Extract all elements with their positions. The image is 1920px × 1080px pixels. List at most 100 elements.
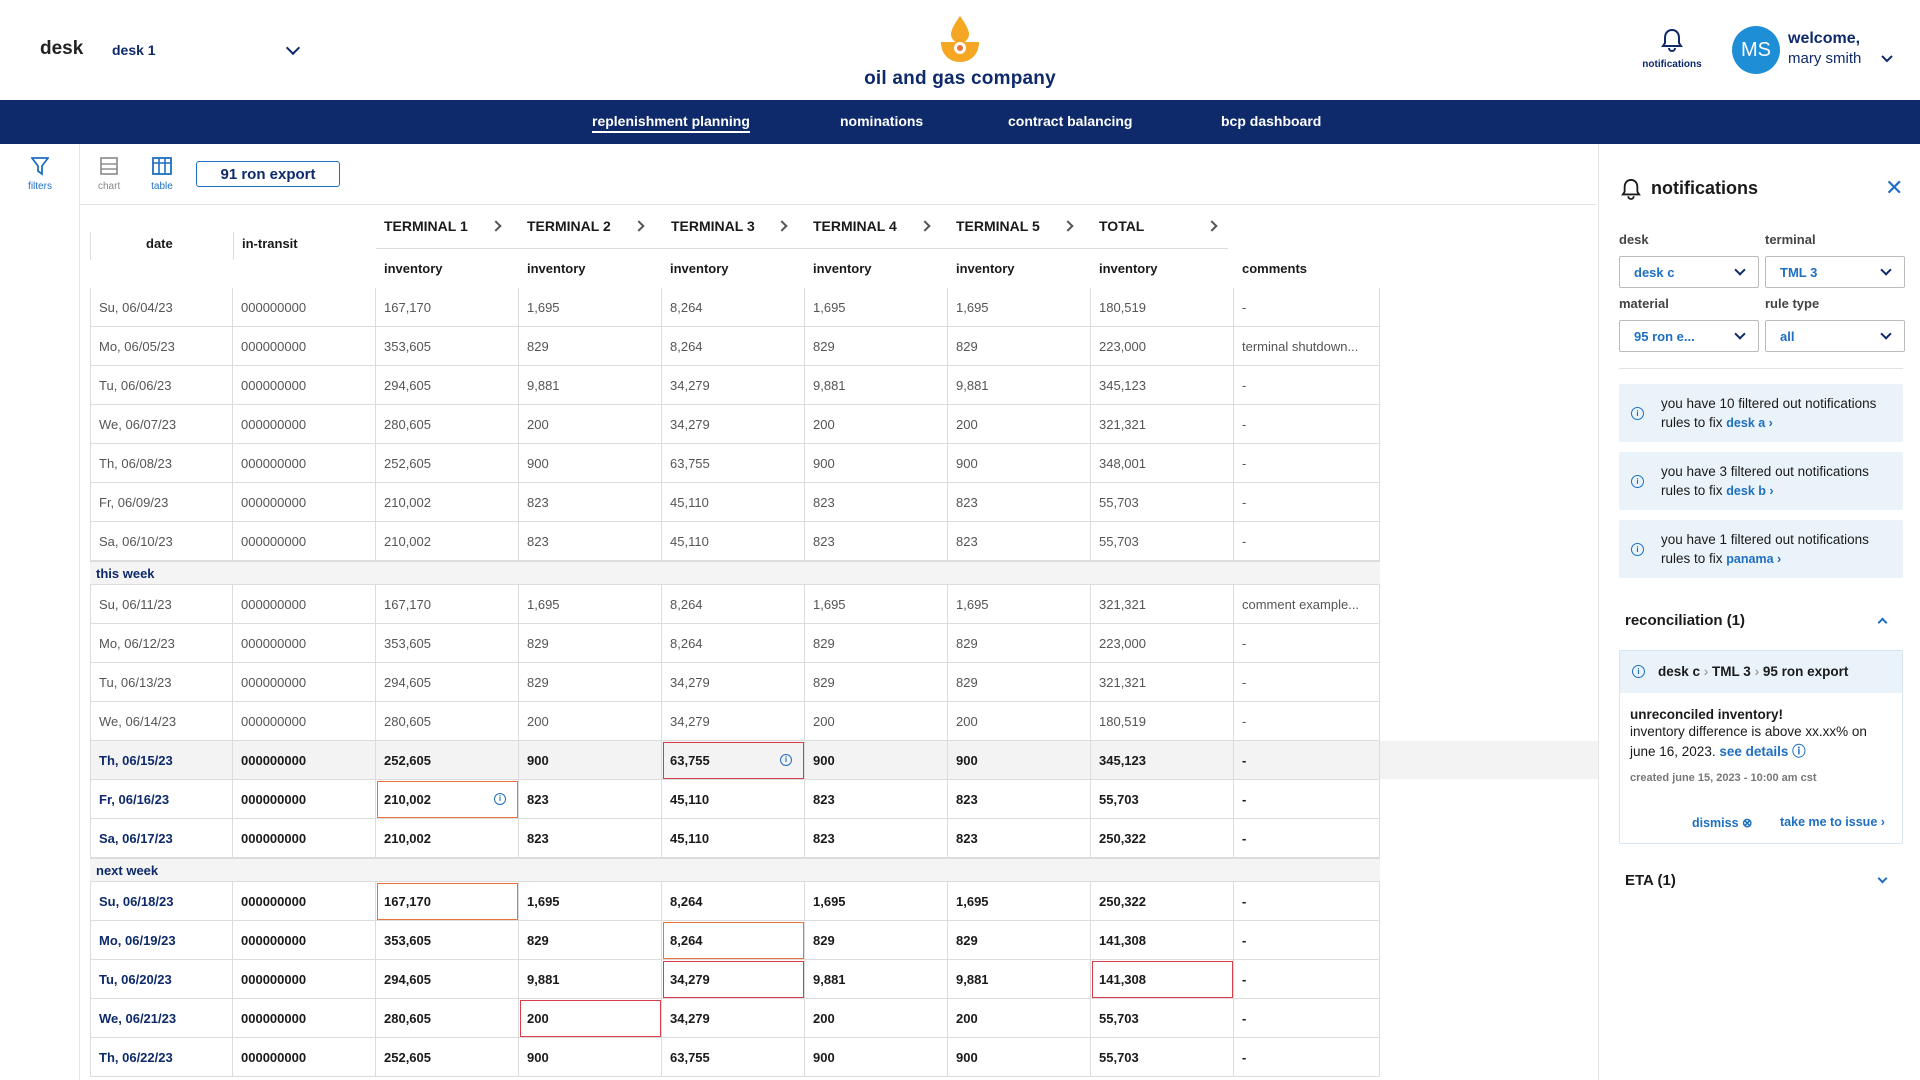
cell-terminal-3[interactable]: 45,110 — [662, 483, 805, 522]
cell-comments[interactable]: - — [1234, 741, 1380, 780]
table-row[interactable]: Sa, 06/17/23 000000000 210,002 823 45,110 823… — [90, 819, 1380, 858]
cell-total[interactable]: 141,308 — [1091, 960, 1234, 999]
cell-terminal-1[interactable]: 294,605 — [376, 366, 519, 405]
cell-terminal-5[interactable]: 1,695 — [948, 288, 1091, 327]
cell-terminal-5[interactable]: 829 — [948, 327, 1091, 366]
cell-terminal-5[interactable]: 829 — [948, 921, 1091, 960]
cell-terminal-4[interactable]: 829 — [805, 327, 948, 366]
cell-terminal-3[interactable]: 8,264 — [662, 624, 805, 663]
cell-terminal-1[interactable]: 167,170 — [376, 288, 519, 327]
cell-terminal-4[interactable]: 900 — [805, 444, 948, 483]
table-row[interactable]: We, 06/21/23 000000000 280,605 200 34,279 200… — [90, 999, 1380, 1038]
cell-terminal-1[interactable]: 280,605 — [376, 405, 519, 444]
desk-select[interactable]: desk 1 — [112, 36, 301, 64]
cell-terminal-1[interactable]: 167,170 — [376, 882, 519, 921]
chevron-down-icon[interactable] — [1880, 54, 1894, 64]
cell-comments[interactable]: - — [1234, 960, 1380, 999]
cell-terminal-4[interactable]: 829 — [805, 921, 948, 960]
cell-comments[interactable]: - — [1234, 288, 1380, 327]
cell-terminal-1[interactable]: 252,605 — [376, 1038, 519, 1077]
cell-comments[interactable]: - — [1234, 702, 1380, 741]
cell-terminal-1[interactable]: 294,605 — [376, 663, 519, 702]
cell-terminal-5[interactable]: 900 — [948, 444, 1091, 483]
cell-terminal-2[interactable]: 200 — [519, 702, 662, 741]
cell-terminal-4[interactable]: 9,881 — [805, 366, 948, 405]
cell-total[interactable]: 55,703 — [1091, 522, 1234, 561]
cell-terminal-2[interactable]: 829 — [519, 327, 662, 366]
user-greeting[interactable]: welcome, mary smith — [1788, 30, 1861, 67]
cell-total[interactable]: 345,123 — [1091, 741, 1234, 780]
cell-terminal-4[interactable]: 823 — [805, 780, 948, 819]
cell-terminal-3[interactable]: 45,110 — [662, 522, 805, 561]
cell-comments[interactable]: comment example... — [1234, 585, 1380, 624]
cell-comments[interactable]: - — [1234, 921, 1380, 960]
cell-terminal-3[interactable]: 8,264 — [662, 921, 805, 960]
cell-terminal-2[interactable]: 823 — [519, 819, 662, 858]
cell-comments[interactable]: - — [1234, 405, 1380, 444]
take-me-to-issue-button[interactable]: take me to issue › — [1780, 815, 1885, 829]
cell-terminal-2[interactable]: 823 — [519, 483, 662, 522]
cell-terminal-4[interactable]: 200 — [805, 999, 948, 1038]
table-row[interactable]: Su, 06/18/23 000000000 167,170 1,695 8,264 1,… — [90, 882, 1380, 921]
cell-comments[interactable]: - — [1234, 444, 1380, 483]
cell-terminal-1[interactable]: 167,170 — [376, 585, 519, 624]
cell-comments[interactable]: terminal shutdown... — [1234, 327, 1380, 366]
cell-comments[interactable]: - — [1234, 780, 1380, 819]
cell-terminal-1[interactable]: 252,605 — [376, 444, 519, 483]
cell-terminal-3[interactable]: 34,279 — [662, 702, 805, 741]
cell-total[interactable]: 321,321 — [1091, 405, 1234, 444]
col-header-total[interactable]: TOTAL — [1099, 204, 1144, 248]
col-header-terminal-3[interactable]: TERMINAL 3 — [671, 204, 755, 248]
ruletype-filter-select[interactable]: all — [1765, 320, 1905, 352]
cell-terminal-1[interactable]: 210,002 i — [376, 780, 519, 819]
cell-terminal-5[interactable]: 823 — [948, 483, 1091, 522]
cell-terminal-1[interactable]: 353,605 — [376, 624, 519, 663]
chevron-right-icon[interactable] — [1062, 220, 1074, 232]
cell-terminal-3[interactable]: 34,279 — [662, 999, 805, 1038]
cell-terminal-2[interactable]: 829 — [519, 624, 662, 663]
cell-terminal-5[interactable]: 829 — [948, 624, 1091, 663]
cell-terminal-1[interactable]: 294,605 — [376, 960, 519, 999]
dismiss-button[interactable]: dismiss ⊗ — [1692, 815, 1753, 830]
chevron-right-icon[interactable] — [633, 220, 645, 232]
chevron-right-icon[interactable] — [490, 220, 502, 232]
chevron-down-icon[interactable] — [1877, 873, 1888, 884]
desk-filter-select[interactable]: desk c — [1619, 256, 1759, 288]
cell-terminal-3[interactable]: 8,264 — [662, 327, 805, 366]
cell-comments[interactable]: - — [1234, 1038, 1380, 1077]
cell-terminal-5[interactable]: 823 — [948, 522, 1091, 561]
table-row[interactable]: Tu, 06/20/23 000000000 294,605 9,881 34,279 9… — [90, 960, 1380, 999]
cell-terminal-4[interactable]: 823 — [805, 522, 948, 561]
see-details-link[interactable]: see details — [1719, 744, 1788, 759]
table-row[interactable]: We, 06/14/23 000000000 280,605 200 34,279 200… — [90, 702, 1380, 741]
cell-comments[interactable]: - — [1234, 624, 1380, 663]
cell-terminal-5[interactable]: 900 — [948, 741, 1091, 780]
cell-total[interactable]: 180,519 — [1091, 702, 1234, 741]
nav-nominations[interactable]: nominations — [840, 113, 923, 129]
cell-terminal-4[interactable]: 823 — [805, 483, 948, 522]
table-row[interactable]: Th, 06/15/23 000000000 252,605 900 63,755 i 90… — [90, 741, 1380, 780]
nav-replenishment-planning[interactable]: replenishment planning — [592, 113, 750, 133]
chevron-up-icon[interactable] — [1877, 617, 1888, 628]
cell-terminal-4[interactable]: 1,695 — [805, 882, 948, 921]
cell-comments[interactable]: - — [1234, 366, 1380, 405]
cell-terminal-3[interactable]: 8,264 — [662, 288, 805, 327]
avatar[interactable]: MS — [1732, 26, 1780, 74]
cell-total[interactable]: 321,321 — [1091, 663, 1234, 702]
table-row[interactable]: Sa, 06/10/23 000000000 210,002 823 45,110 823… — [90, 522, 1380, 561]
cell-comments[interactable]: - — [1234, 522, 1380, 561]
cell-terminal-4[interactable]: 900 — [805, 741, 948, 780]
cell-terminal-3[interactable]: 34,279 — [662, 405, 805, 444]
cell-comments[interactable]: - — [1234, 483, 1380, 522]
close-icon[interactable]: ✕ — [1885, 177, 1903, 199]
cell-terminal-3[interactable]: 8,264 — [662, 882, 805, 921]
table-row[interactable]: Su, 06/11/23 000000000 167,170 1,695 8,264 1,… — [90, 585, 1380, 624]
col-header-terminal-1[interactable]: TERMINAL 1 — [384, 204, 468, 248]
table-row[interactable]: Th, 06/08/23 000000000 252,605 900 63,755 900… — [90, 444, 1380, 483]
cell-terminal-2[interactable]: 829 — [519, 921, 662, 960]
cell-terminal-4[interactable]: 823 — [805, 819, 948, 858]
cell-terminal-5[interactable]: 9,881 — [948, 960, 1091, 999]
material-tag-button[interactable]: 91 ron export — [196, 161, 340, 187]
cell-total[interactable]: 223,000 — [1091, 327, 1234, 366]
cell-total[interactable]: 223,000 — [1091, 624, 1234, 663]
